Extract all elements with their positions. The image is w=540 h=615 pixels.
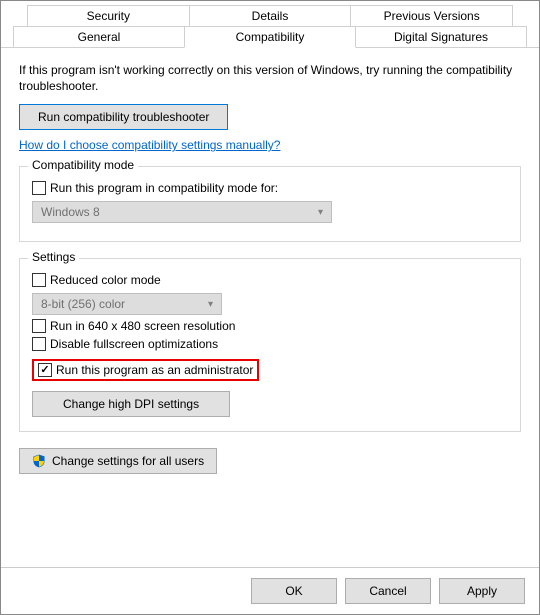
reduced-color-checkbox[interactable] bbox=[32, 273, 46, 287]
change-all-users-button[interactable]: Change settings for all users bbox=[19, 448, 217, 474]
compatibility-mode-group: Compatibility mode Run this program in c… bbox=[19, 166, 521, 242]
tab-details[interactable]: Details bbox=[189, 5, 352, 27]
compat-mode-checkbox[interactable] bbox=[32, 181, 46, 195]
apply-button[interactable]: Apply bbox=[439, 578, 525, 604]
tab-general[interactable]: General bbox=[13, 26, 185, 48]
dialog-footer: OK Cancel Apply bbox=[1, 567, 539, 614]
run-640-checkbox[interactable] bbox=[32, 319, 46, 333]
change-all-users-label: Change settings for all users bbox=[52, 454, 204, 468]
group-title-compat: Compatibility mode bbox=[28, 158, 138, 172]
compat-mode-label: Run this program in compatibility mode f… bbox=[50, 181, 278, 195]
tab-content: If this program isn't working correctly … bbox=[1, 47, 539, 567]
run-as-admin-label: Run this program as an administrator bbox=[56, 363, 253, 377]
cancel-button[interactable]: Cancel bbox=[345, 578, 431, 604]
help-link[interactable]: How do I choose compatibility settings m… bbox=[19, 138, 280, 152]
run-troubleshooter-button[interactable]: Run compatibility troubleshooter bbox=[19, 104, 228, 130]
tab-security[interactable]: Security bbox=[27, 5, 190, 27]
chevron-down-icon: ▾ bbox=[208, 299, 213, 310]
run-as-admin-checkbox[interactable] bbox=[38, 363, 52, 377]
ok-button[interactable]: OK bbox=[251, 578, 337, 604]
chevron-down-icon: ▾ bbox=[318, 207, 323, 218]
color-mode-select: 8-bit (256) color ▾ bbox=[32, 293, 222, 315]
color-mode-select-value: 8-bit (256) color bbox=[41, 297, 125, 311]
tab-previous-versions[interactable]: Previous Versions bbox=[350, 5, 513, 27]
settings-group: Settings Reduced color mode 8-bit (256) … bbox=[19, 258, 521, 432]
properties-dialog: Security Details Previous Versions Gener… bbox=[0, 0, 540, 615]
run-as-admin-highlight: Run this program as an administrator bbox=[32, 359, 259, 381]
tab-strip: Security Details Previous Versions Gener… bbox=[1, 1, 539, 48]
compat-mode-select: Windows 8 ▾ bbox=[32, 201, 332, 223]
intro-text: If this program isn't working correctly … bbox=[19, 62, 521, 94]
shield-icon bbox=[32, 454, 46, 468]
compat-mode-select-value: Windows 8 bbox=[41, 205, 100, 219]
tab-compatibility[interactable]: Compatibility bbox=[184, 26, 356, 48]
run-640-label: Run in 640 x 480 screen resolution bbox=[50, 319, 235, 333]
disable-fullscreen-label: Disable fullscreen optimizations bbox=[50, 337, 218, 351]
group-title-settings: Settings bbox=[28, 250, 79, 264]
reduced-color-label: Reduced color mode bbox=[50, 273, 161, 287]
change-dpi-button[interactable]: Change high DPI settings bbox=[32, 391, 230, 417]
tab-digital-signatures[interactable]: Digital Signatures bbox=[355, 26, 527, 48]
disable-fullscreen-checkbox[interactable] bbox=[32, 337, 46, 351]
